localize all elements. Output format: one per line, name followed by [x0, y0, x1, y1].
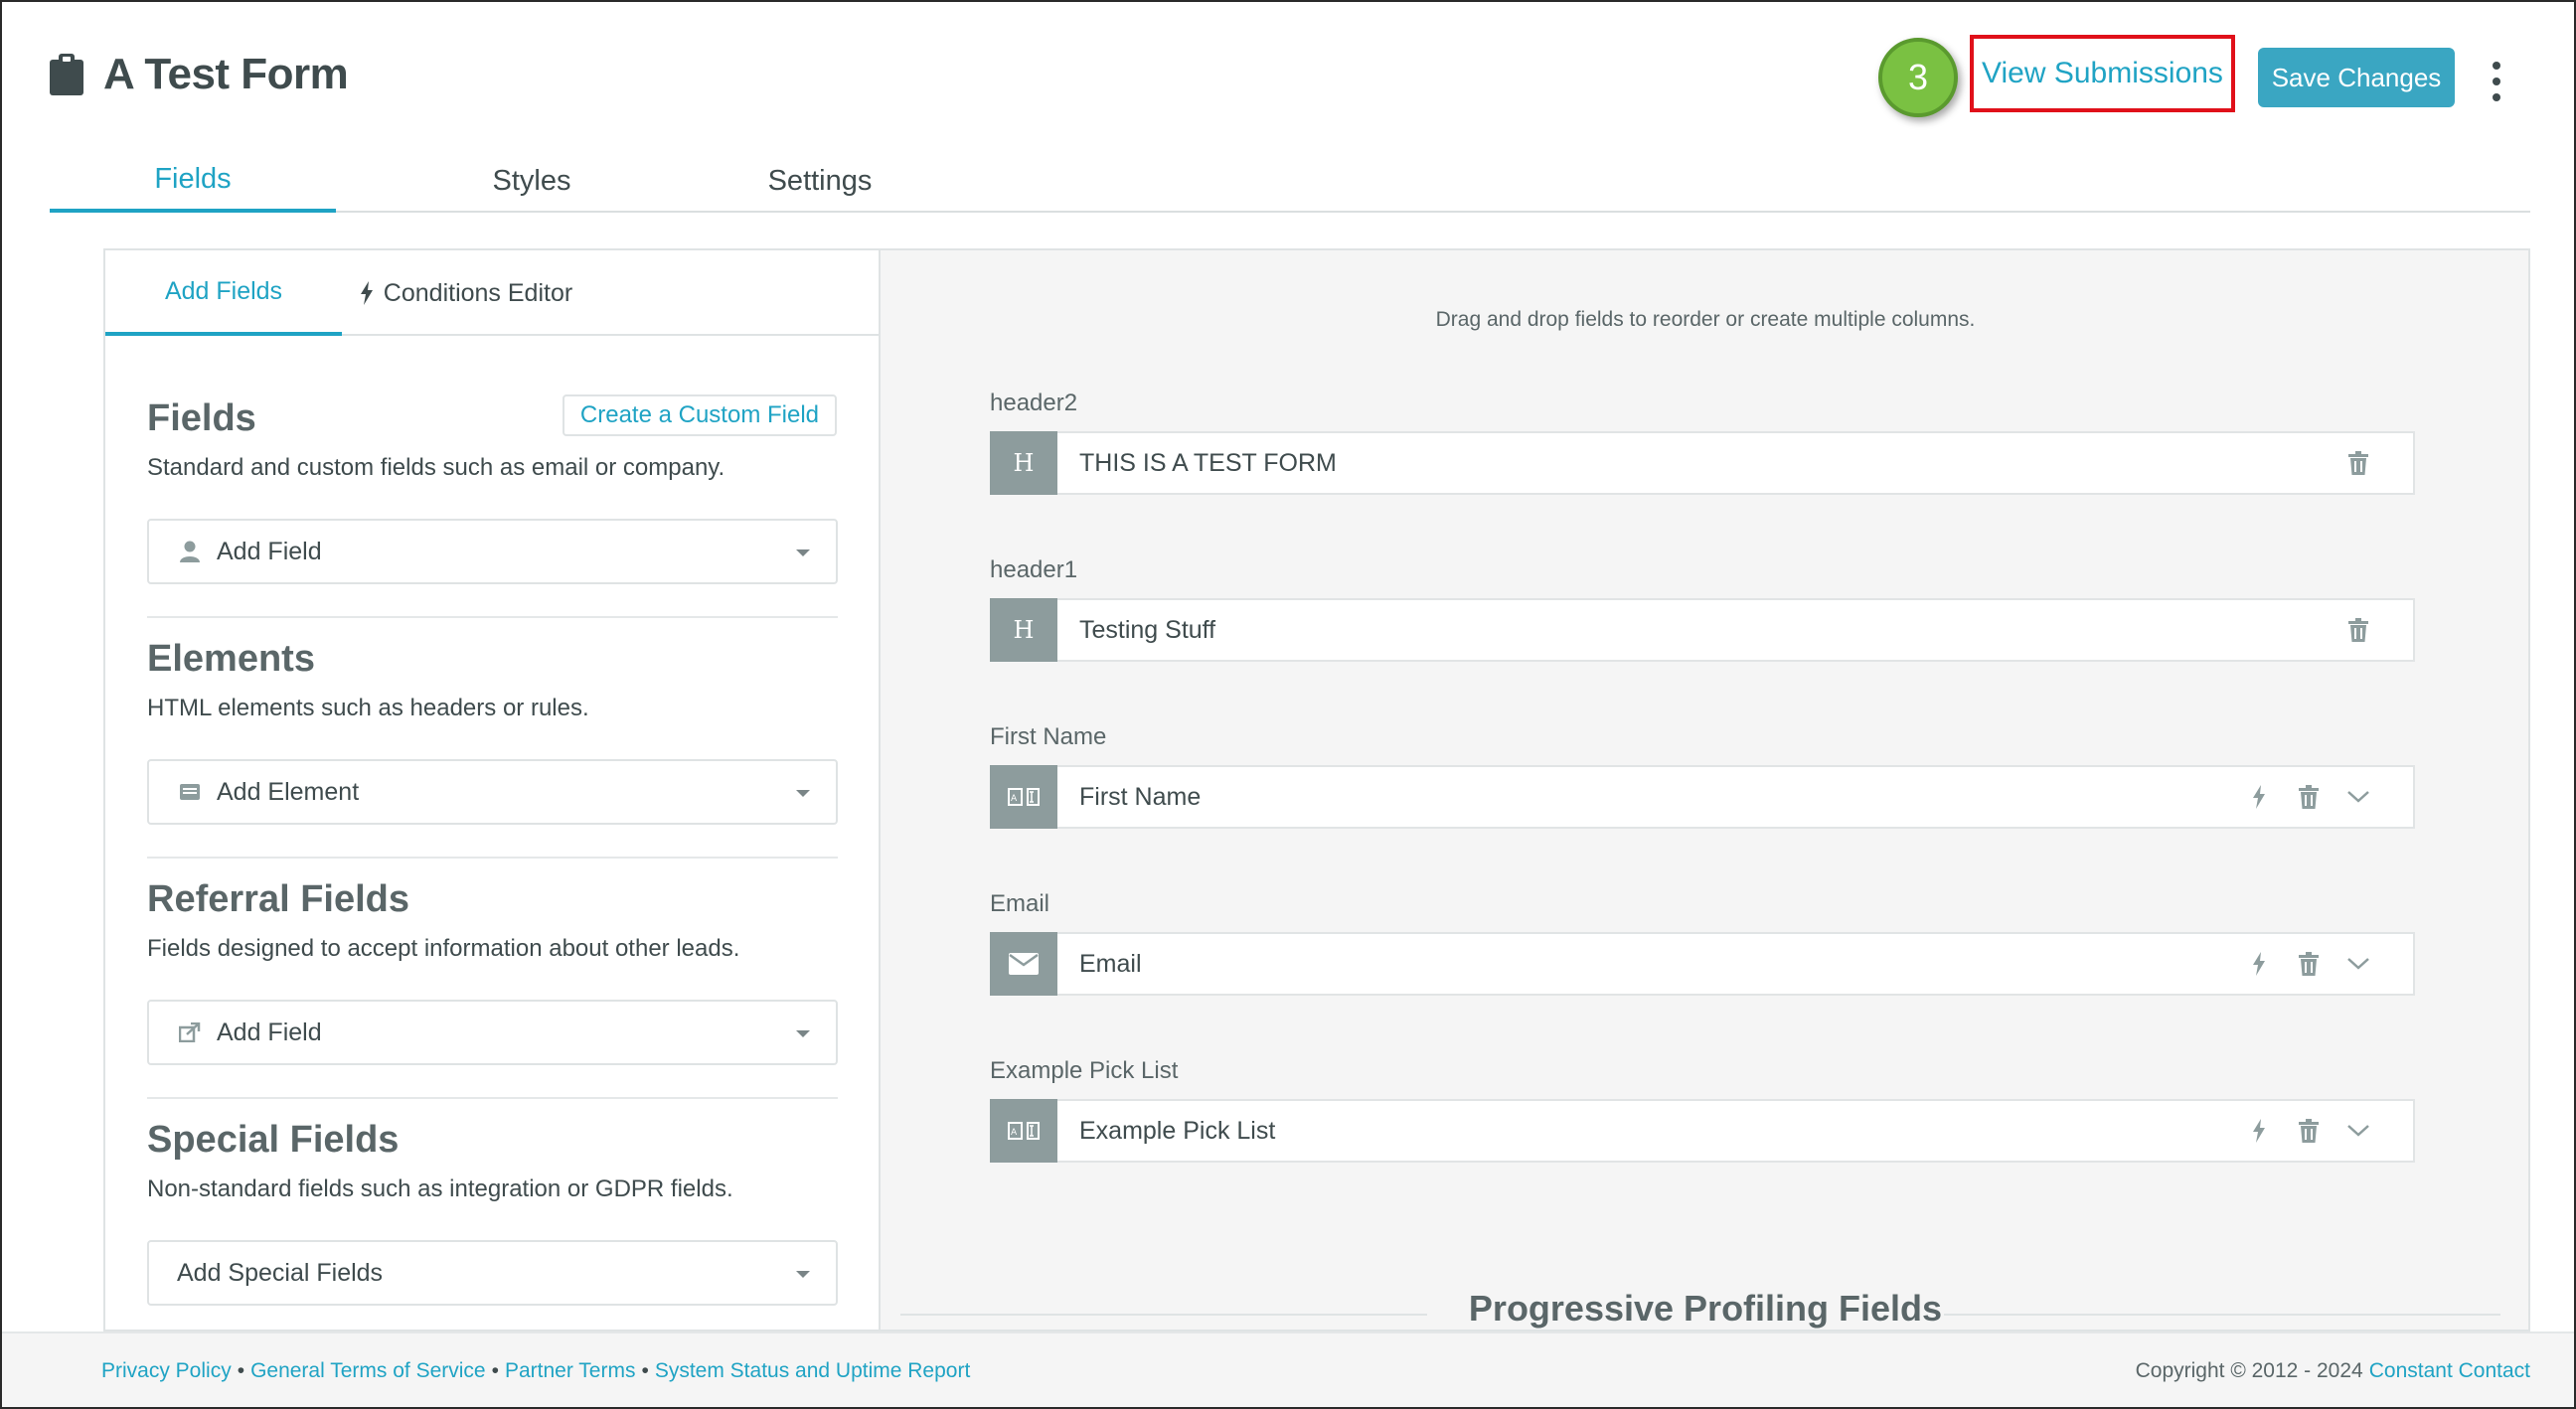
section-elements: Elements HTML elements such as headers o…: [147, 638, 838, 825]
divider: [147, 616, 838, 618]
form-field-row[interactable]: A Example Pick List: [990, 1099, 2415, 1163]
divider: [147, 1097, 838, 1099]
view-submissions-link[interactable]: View Submissions: [1970, 35, 2235, 112]
svg-text:A: A: [1011, 1128, 1018, 1138]
section-title: Referral Fields: [147, 878, 409, 920]
add-field-dropdown[interactable]: Add Field: [147, 519, 838, 584]
add-fields-panel: Add Fields Conditions Editor Create a Cu…: [103, 248, 879, 1331]
bolt-icon[interactable]: [2244, 1116, 2274, 1146]
add-special-fields-dropdown[interactable]: Add Special Fields: [147, 1240, 838, 1306]
trash-icon[interactable]: [2343, 615, 2373, 645]
tab-styles[interactable]: Styles: [388, 149, 676, 213]
trash-icon[interactable]: [2294, 1116, 2324, 1146]
envelope-icon: [990, 932, 1057, 996]
bolt-icon[interactable]: [2244, 949, 2274, 979]
more-options-icon[interactable]: [2485, 62, 2508, 101]
dropdown-label: Add Field: [217, 1018, 322, 1046]
section-description: HTML elements such as headers or rules.: [147, 695, 589, 721]
field-value: First Name: [1079, 782, 1202, 811]
text-field-icon: A: [990, 765, 1057, 829]
add-referral-field-dropdown[interactable]: Add Field: [147, 1000, 838, 1065]
drag-hint: Drag and drop fields to reorder or creat…: [1435, 308, 1976, 331]
section-title: Special Fields: [147, 1119, 400, 1161]
form-field-row[interactable]: H Testing Stuff: [990, 598, 2415, 662]
divider: [147, 857, 838, 859]
trash-icon[interactable]: [2343, 448, 2373, 478]
subtab-conditions-editor[interactable]: Conditions Editor: [342, 250, 590, 336]
header-icon: H: [990, 431, 1057, 495]
footer-link-terms[interactable]: General Terms of Service: [250, 1359, 486, 1383]
dropdown-label: Add Field: [217, 537, 322, 565]
field-label: Email: [990, 890, 1050, 917]
field-label: Example Pick List: [990, 1057, 1179, 1084]
bolt-icon[interactable]: [2244, 782, 2274, 812]
chevron-down-icon[interactable]: [2343, 949, 2373, 979]
trash-icon[interactable]: [2294, 949, 2324, 979]
footer-link-status[interactable]: System Status and Uptime Report: [655, 1359, 970, 1383]
copyright-text: Copyright © 2012 - 2024: [2135, 1359, 2363, 1382]
trash-icon[interactable]: [2294, 782, 2324, 812]
section-description: Non-standard fields such as integration …: [147, 1175, 733, 1202]
chevron-down-icon: [796, 1030, 810, 1037]
chevron-down-icon: [796, 790, 810, 797]
footer: Privacy Policy • General Terms of Servic…: [0, 1331, 2576, 1409]
element-icon: [177, 779, 203, 805]
page-header: A Test Form: [50, 40, 349, 109]
dropdown-label: Add Element: [217, 777, 360, 806]
svg-text:A: A: [1011, 794, 1018, 804]
tab-settings[interactable]: Settings: [676, 149, 964, 213]
main-tabs: Fields Styles Settings: [50, 149, 2530, 213]
section-referral-fields: Referral Fields Fields designed to accep…: [147, 878, 838, 1065]
separator-dot: •: [641, 1359, 649, 1382]
bolt-icon: [360, 281, 373, 305]
save-changes-button[interactable]: Save Changes: [2258, 48, 2455, 107]
page-title: A Test Form: [103, 50, 349, 98]
section-description: Standard and custom fields such as email…: [147, 454, 725, 481]
chevron-down-icon: [796, 1271, 810, 1278]
tab-fields[interactable]: Fields: [50, 149, 336, 213]
header-icon: H: [990, 598, 1057, 662]
section-description: Fields designed to accept information ab…: [147, 935, 740, 962]
person-icon: [177, 539, 203, 564]
share-icon: [177, 1019, 203, 1045]
form-canvas: Drag and drop fields to reorder or creat…: [879, 248, 2530, 1331]
section-special-fields: Special Fields Non-standard fields such …: [147, 1119, 838, 1306]
chevron-down-icon: [796, 549, 810, 556]
step-badge: 3: [1878, 38, 1958, 117]
clipboard-icon: [50, 54, 83, 95]
separator-dot: •: [237, 1359, 245, 1382]
section-title: Elements: [147, 638, 315, 680]
form-field-row[interactable]: A First Name: [990, 765, 2415, 829]
subtab-add-fields[interactable]: Add Fields: [105, 250, 342, 336]
field-value: Testing Stuff: [1079, 615, 1216, 644]
field-label: First Name: [990, 723, 1107, 750]
copyright: Copyright © 2012 - 2024 Constant Contact: [2136, 1359, 2530, 1383]
constant-contact-link[interactable]: Constant Contact: [2369, 1359, 2530, 1382]
section-title: Fields: [147, 397, 256, 439]
footer-link-partner-terms[interactable]: Partner Terms: [505, 1359, 636, 1383]
field-value: Example Pick List: [1079, 1116, 1276, 1145]
field-value: Email: [1079, 949, 1142, 978]
form-field-row[interactable]: Email: [990, 932, 2415, 996]
dropdown-label: Add Special Fields: [177, 1258, 384, 1287]
field-label: header1: [990, 556, 1078, 583]
progressive-profiling-title: Progressive Profiling Fields: [1468, 1288, 1943, 1329]
text-field-icon: A: [990, 1099, 1057, 1163]
chevron-down-icon[interactable]: [2343, 1116, 2373, 1146]
chevron-down-icon[interactable]: [2343, 782, 2373, 812]
footer-link-privacy[interactable]: Privacy Policy: [101, 1359, 232, 1383]
form-field-row[interactable]: H THIS IS A TEST FORM: [990, 431, 2415, 495]
field-label: header2: [990, 390, 1078, 416]
sub-tabs: Add Fields Conditions Editor: [105, 250, 879, 336]
separator-dot: •: [491, 1359, 499, 1382]
field-value: THIS IS A TEST FORM: [1079, 448, 1337, 477]
section-fields: Fields Standard and custom fields such a…: [147, 397, 838, 584]
add-element-dropdown[interactable]: Add Element: [147, 759, 838, 825]
subtab-conditions-label: Conditions Editor: [383, 278, 573, 307]
